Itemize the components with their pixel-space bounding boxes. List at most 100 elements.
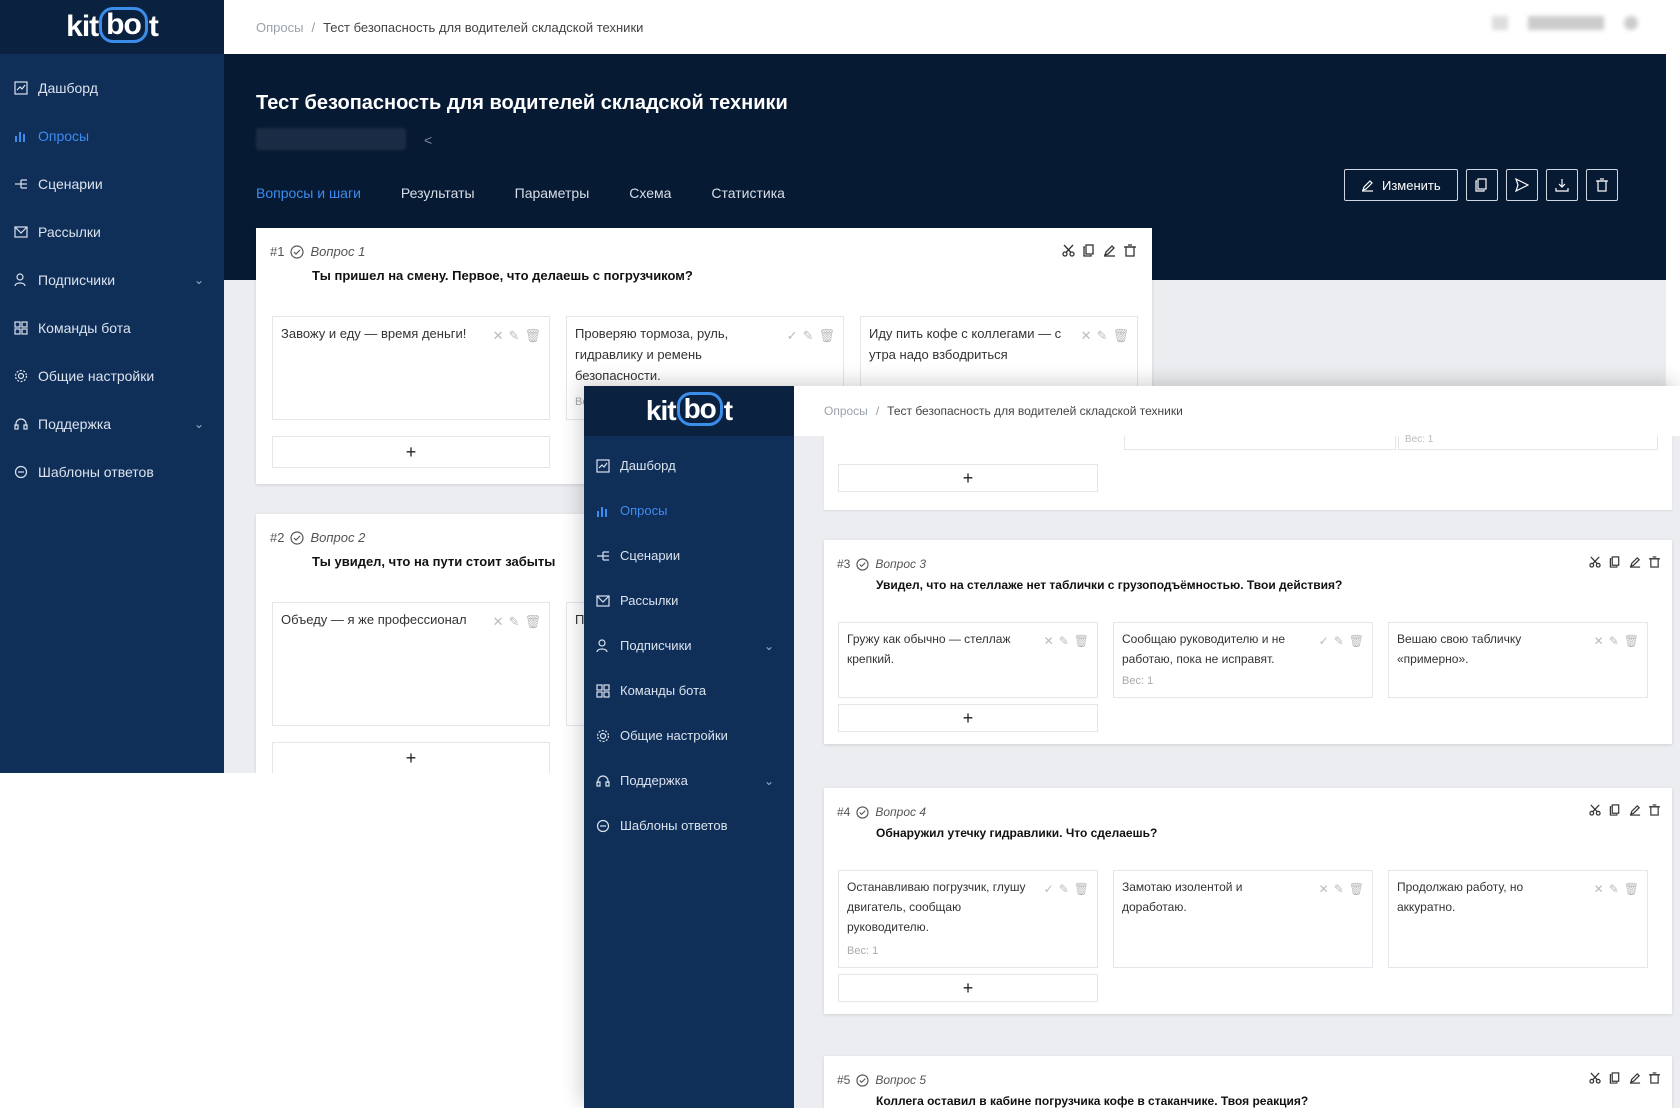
- add-answer-button[interactable]: +: [272, 742, 550, 773]
- sidebar-item-bot-commands[interactable]: Команды бота: [0, 304, 224, 352]
- breadcrumb-root[interactable]: Опросы: [256, 20, 303, 35]
- sidebar-item-scenarios[interactable]: Сценарии: [584, 533, 794, 578]
- trash-icon[interactable]: [1649, 1072, 1660, 1084]
- add-answer-button[interactable]: +: [838, 704, 1098, 732]
- answer-option[interactable]: Объеду — я же профессионал ✕ ✎ 🗑: [272, 602, 550, 726]
- sidebar-item-answer-templates[interactable]: Шаблоны ответов: [0, 448, 224, 496]
- sidebar-item-answer-templates[interactable]: Шаблоны ответов: [584, 803, 794, 848]
- pencil-icon[interactable]: ✎: [803, 325, 814, 346]
- cross-icon[interactable]: ✕: [1594, 631, 1604, 651]
- trash-icon[interactable]: 🗑: [1624, 879, 1639, 899]
- answer-option[interactable]: Замотаю изолентой и доработаю. ✕ ✎ 🗑: [1113, 870, 1373, 968]
- sidebar-item-support[interactable]: Поддержка ⌄: [584, 758, 794, 803]
- answer-option[interactable]: [1124, 436, 1396, 450]
- cross-icon[interactable]: ✕: [1044, 631, 1054, 651]
- trash-icon[interactable]: 🗑: [524, 611, 541, 632]
- add-answer-button[interactable]: +: [272, 436, 550, 468]
- trash-icon[interactable]: 🗑: [1624, 631, 1639, 651]
- tab-results[interactable]: Результаты: [401, 185, 475, 201]
- tab-scheme[interactable]: Схема: [629, 185, 671, 201]
- tab-statistics[interactable]: Статистика: [711, 185, 785, 201]
- breadcrumb-root[interactable]: Опросы: [824, 404, 868, 418]
- trash-icon[interactable]: 🗑: [1074, 879, 1089, 899]
- answer-option[interactable]: Продолжаю работу, но аккуратно. ✕ ✎ 🗑: [1388, 870, 1648, 968]
- tab-parameters[interactable]: Параметры: [515, 185, 590, 201]
- sidebar-item-dashboard[interactable]: Дашборд: [0, 64, 224, 112]
- pencil-icon[interactable]: [1629, 556, 1641, 568]
- copy-icon[interactable]: [1609, 804, 1621, 816]
- pencil-icon[interactable]: [1629, 1072, 1641, 1084]
- trash-icon[interactable]: 🗑: [524, 325, 541, 346]
- pencil-icon[interactable]: ✎: [509, 325, 520, 346]
- trash-icon[interactable]: 🗑: [1349, 879, 1364, 899]
- check-icon[interactable]: ✓: [1319, 631, 1329, 651]
- sidebar-item-settings[interactable]: Общие настройки: [584, 713, 794, 758]
- pencil-icon[interactable]: ✎: [1097, 325, 1108, 346]
- cross-icon[interactable]: ✕: [1081, 325, 1092, 346]
- send-button[interactable]: [1505, 169, 1538, 201]
- sidebar-item-settings[interactable]: Общие настройки: [0, 352, 224, 400]
- edit-button[interactable]: Изменить: [1344, 169, 1458, 201]
- chevron-down-icon[interactable]: ⌄: [194, 273, 204, 287]
- sidebar-item-mailings[interactable]: Рассылки: [0, 208, 224, 256]
- add-answer-button[interactable]: +: [838, 464, 1098, 492]
- pencil-icon[interactable]: ✎: [1334, 879, 1344, 899]
- sidebar-item-surveys[interactable]: Опросы: [0, 112, 224, 160]
- cross-icon[interactable]: ✕: [493, 325, 504, 346]
- scissors-icon[interactable]: [1589, 804, 1601, 816]
- trash-icon[interactable]: [1649, 556, 1660, 568]
- answer-option[interactable]: Вешаю свою табличку «примерно». ✕ ✎ 🗑: [1388, 622, 1648, 698]
- copy-icon[interactable]: [1609, 1072, 1621, 1084]
- delete-button[interactable]: [1585, 169, 1618, 201]
- copy-icon[interactable]: [1083, 244, 1095, 257]
- share-icon[interactable]: <: [424, 132, 432, 148]
- cross-icon[interactable]: ✕: [493, 611, 504, 632]
- pencil-icon[interactable]: ✎: [1059, 879, 1069, 899]
- copy-icon[interactable]: [1609, 556, 1621, 568]
- chevron-down-icon[interactable]: ⌄: [764, 774, 774, 788]
- trash-icon[interactable]: 🗑: [818, 325, 835, 346]
- trash-icon[interactable]: [1124, 244, 1136, 257]
- sidebar-item-mailings[interactable]: Рассылки: [584, 578, 794, 623]
- pencil-icon[interactable]: ✎: [1609, 631, 1619, 651]
- cross-icon[interactable]: ✕: [1594, 879, 1604, 899]
- check-icon[interactable]: ✓: [1044, 879, 1054, 899]
- pencil-icon[interactable]: ✎: [1334, 631, 1344, 651]
- trash-icon[interactable]: [1649, 804, 1660, 816]
- logo[interactable]: kit bo t: [646, 392, 733, 428]
- pencil-icon[interactable]: [1629, 804, 1641, 816]
- logo[interactable]: kit bo t: [66, 7, 159, 45]
- check-icon[interactable]: ✓: [787, 325, 798, 346]
- sidebar-item-dashboard[interactable]: Дашборд: [584, 443, 794, 488]
- sidebar-item-surveys[interactable]: Опросы: [584, 488, 794, 533]
- trash-icon[interactable]: 🗑: [1074, 631, 1089, 651]
- scissors-icon[interactable]: [1589, 1072, 1601, 1084]
- download-button[interactable]: [1545, 169, 1578, 201]
- sidebar-item-subscribers[interactable]: Подписчики ⌄: [584, 623, 794, 668]
- sidebar-item-subscribers[interactable]: Подписчики ⌄: [0, 256, 224, 304]
- sidebar-item-support[interactable]: Поддержка ⌄: [0, 400, 224, 448]
- answer-option[interactable]: Сообщаю руководителю и не работаю, пока …: [1113, 622, 1373, 698]
- cross-icon[interactable]: ✕: [1319, 879, 1329, 899]
- chevron-down-icon[interactable]: ⌄: [194, 417, 204, 431]
- answer-option[interactable]: Гружу как обычно — стеллаж крепкий. ✕ ✎ 🗑: [838, 622, 1098, 698]
- scissors-icon[interactable]: [1589, 556, 1601, 568]
- tab-questions[interactable]: Вопросы и шаги: [256, 185, 361, 201]
- user-menu[interactable]: [1492, 16, 1638, 30]
- pencil-icon[interactable]: ✎: [1609, 879, 1619, 899]
- sidebar-item-scenarios[interactable]: Сценарии: [0, 160, 224, 208]
- pencil-icon[interactable]: [1103, 244, 1116, 257]
- copy-button[interactable]: [1465, 169, 1498, 201]
- add-answer-button[interactable]: +: [838, 974, 1098, 1002]
- pencil-icon[interactable]: ✎: [1059, 631, 1069, 651]
- scissors-icon[interactable]: [1062, 244, 1075, 257]
- avatar: [1492, 16, 1508, 30]
- pencil-icon[interactable]: ✎: [509, 611, 520, 632]
- chevron-down-icon[interactable]: ⌄: [764, 639, 774, 653]
- answer-option[interactable]: Завожу и еду — время деньги! ✕ ✎ 🗑: [272, 316, 550, 420]
- trash-icon[interactable]: 🗑: [1349, 631, 1364, 651]
- trash-icon[interactable]: 🗑: [1112, 325, 1129, 346]
- sidebar-item-bot-commands[interactable]: Команды бота: [584, 668, 794, 713]
- answer-option[interactable]: Вес: 1: [1398, 434, 1658, 450]
- answer-option[interactable]: Останавливаю погрузчик, глушу двигатель,…: [838, 870, 1098, 968]
